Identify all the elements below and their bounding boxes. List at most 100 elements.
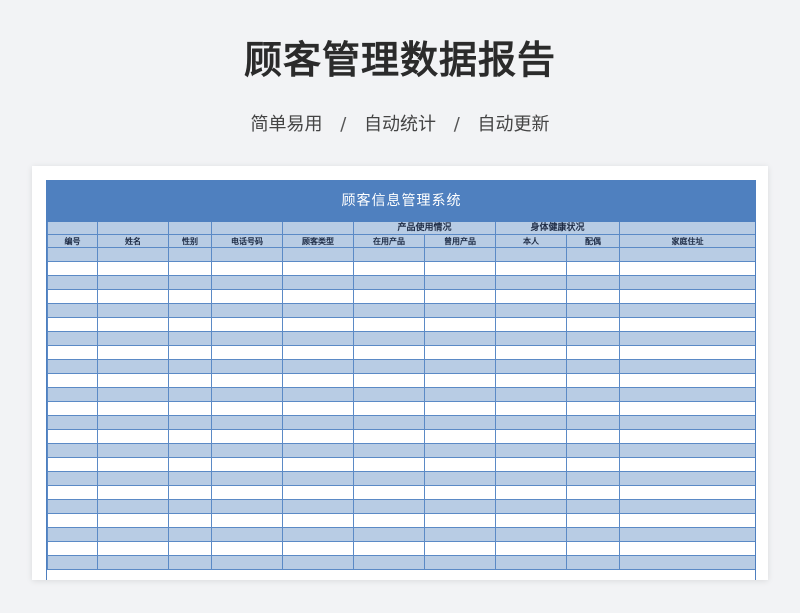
table-cell[interactable] [353, 359, 425, 374]
table-cell[interactable] [424, 261, 496, 276]
table-cell[interactable] [618, 527, 755, 542]
table-cell[interactable] [211, 275, 283, 290]
table-cell[interactable] [47, 555, 98, 570]
table-cell[interactable] [211, 541, 283, 556]
table-cell[interactable] [282, 555, 354, 570]
table-cell[interactable] [97, 247, 169, 262]
table-cell[interactable] [282, 275, 354, 290]
table-cell[interactable] [495, 345, 567, 360]
table-cell[interactable] [495, 289, 567, 304]
table-cell[interactable] [211, 471, 283, 486]
table-cell[interactable] [211, 401, 283, 416]
table-cell[interactable] [566, 443, 620, 458]
table-cell[interactable] [424, 471, 496, 486]
table-cell[interactable] [211, 247, 283, 262]
table-cell[interactable] [424, 275, 496, 290]
table-cell[interactable] [168, 429, 212, 444]
table-cell[interactable] [618, 345, 755, 360]
table-cell[interactable] [47, 359, 98, 374]
table-cell[interactable] [211, 289, 283, 304]
column-header-past-product[interactable]: 曾用产品 [424, 234, 496, 248]
table-cell[interactable] [168, 331, 212, 346]
table-cell[interactable] [168, 345, 212, 360]
table-cell[interactable] [211, 303, 283, 318]
table-cell[interactable] [495, 359, 567, 374]
table-cell[interactable] [211, 513, 283, 528]
table-cell[interactable] [566, 457, 620, 472]
table-cell[interactable] [618, 401, 755, 416]
column-header-gender[interactable]: 性别 [168, 234, 212, 248]
header-cell[interactable] [211, 221, 283, 235]
table-cell[interactable] [495, 275, 567, 290]
table-cell[interactable] [211, 359, 283, 374]
table-cell[interactable] [97, 457, 169, 472]
table-cell[interactable] [47, 485, 98, 500]
table-cell[interactable] [566, 485, 620, 500]
header-cell[interactable] [282, 221, 354, 235]
table-cell[interactable] [168, 359, 212, 374]
table-cell[interactable] [618, 471, 755, 486]
table-cell[interactable] [97, 331, 169, 346]
table-cell[interactable] [282, 485, 354, 500]
table-cell[interactable] [353, 401, 425, 416]
table-cell[interactable] [282, 527, 354, 542]
header-cell[interactable] [168, 221, 212, 235]
table-cell[interactable] [168, 443, 212, 458]
table-cell[interactable] [47, 345, 98, 360]
table-cell[interactable] [211, 387, 283, 402]
table-cell[interactable] [353, 345, 425, 360]
table-cell[interactable] [211, 499, 283, 514]
table-cell[interactable] [282, 415, 354, 430]
table-cell[interactable] [47, 289, 98, 304]
table-cell[interactable] [495, 499, 567, 514]
table-cell[interactable] [47, 429, 98, 444]
table-cell[interactable] [168, 541, 212, 556]
table-cell[interactable] [97, 261, 169, 276]
table-cell[interactable] [618, 261, 755, 276]
table-cell[interactable] [47, 275, 98, 290]
header-cell[interactable] [618, 221, 755, 235]
table-cell[interactable] [566, 345, 620, 360]
table-cell[interactable] [168, 275, 212, 290]
group-header-health-status[interactable]: 身体健康状况 [495, 221, 620, 235]
table-cell[interactable] [353, 499, 425, 514]
table-cell[interactable] [495, 387, 567, 402]
column-header-name[interactable]: 姓名 [97, 234, 169, 248]
table-cell[interactable] [168, 261, 212, 276]
table-cell[interactable] [353, 513, 425, 528]
table-cell[interactable] [353, 331, 425, 346]
table-cell[interactable] [566, 401, 620, 416]
table-cell[interactable] [282, 387, 354, 402]
table-cell[interactable] [618, 275, 755, 290]
table-cell[interactable] [47, 401, 98, 416]
table-cell[interactable] [282, 261, 354, 276]
table-cell[interactable] [97, 443, 169, 458]
group-header-product-usage[interactable]: 产品使用情况 [353, 221, 496, 235]
table-cell[interactable] [353, 261, 425, 276]
table-cell[interactable] [97, 359, 169, 374]
table-cell[interactable] [211, 555, 283, 570]
table-cell[interactable] [495, 513, 567, 528]
table-cell[interactable] [424, 555, 496, 570]
table-cell[interactable] [495, 303, 567, 318]
table-cell[interactable] [618, 303, 755, 318]
table-cell[interactable] [211, 485, 283, 500]
table-cell[interactable] [282, 499, 354, 514]
table-cell[interactable] [47, 387, 98, 402]
table-cell[interactable] [211, 345, 283, 360]
table-cell[interactable] [282, 513, 354, 528]
table-cell[interactable] [618, 387, 755, 402]
table-cell[interactable] [97, 471, 169, 486]
table-cell[interactable] [168, 457, 212, 472]
table-cell[interactable] [282, 289, 354, 304]
table-cell[interactable] [168, 485, 212, 500]
header-cell[interactable] [47, 221, 98, 235]
table-cell[interactable] [211, 415, 283, 430]
table-cell[interactable] [168, 373, 212, 388]
table-cell[interactable] [566, 373, 620, 388]
table-cell[interactable] [97, 541, 169, 556]
table-cell[interactable] [47, 471, 98, 486]
table-cell[interactable] [97, 415, 169, 430]
table-cell[interactable] [168, 415, 212, 430]
column-header-customer-type[interactable]: 顾客类型 [282, 234, 354, 248]
